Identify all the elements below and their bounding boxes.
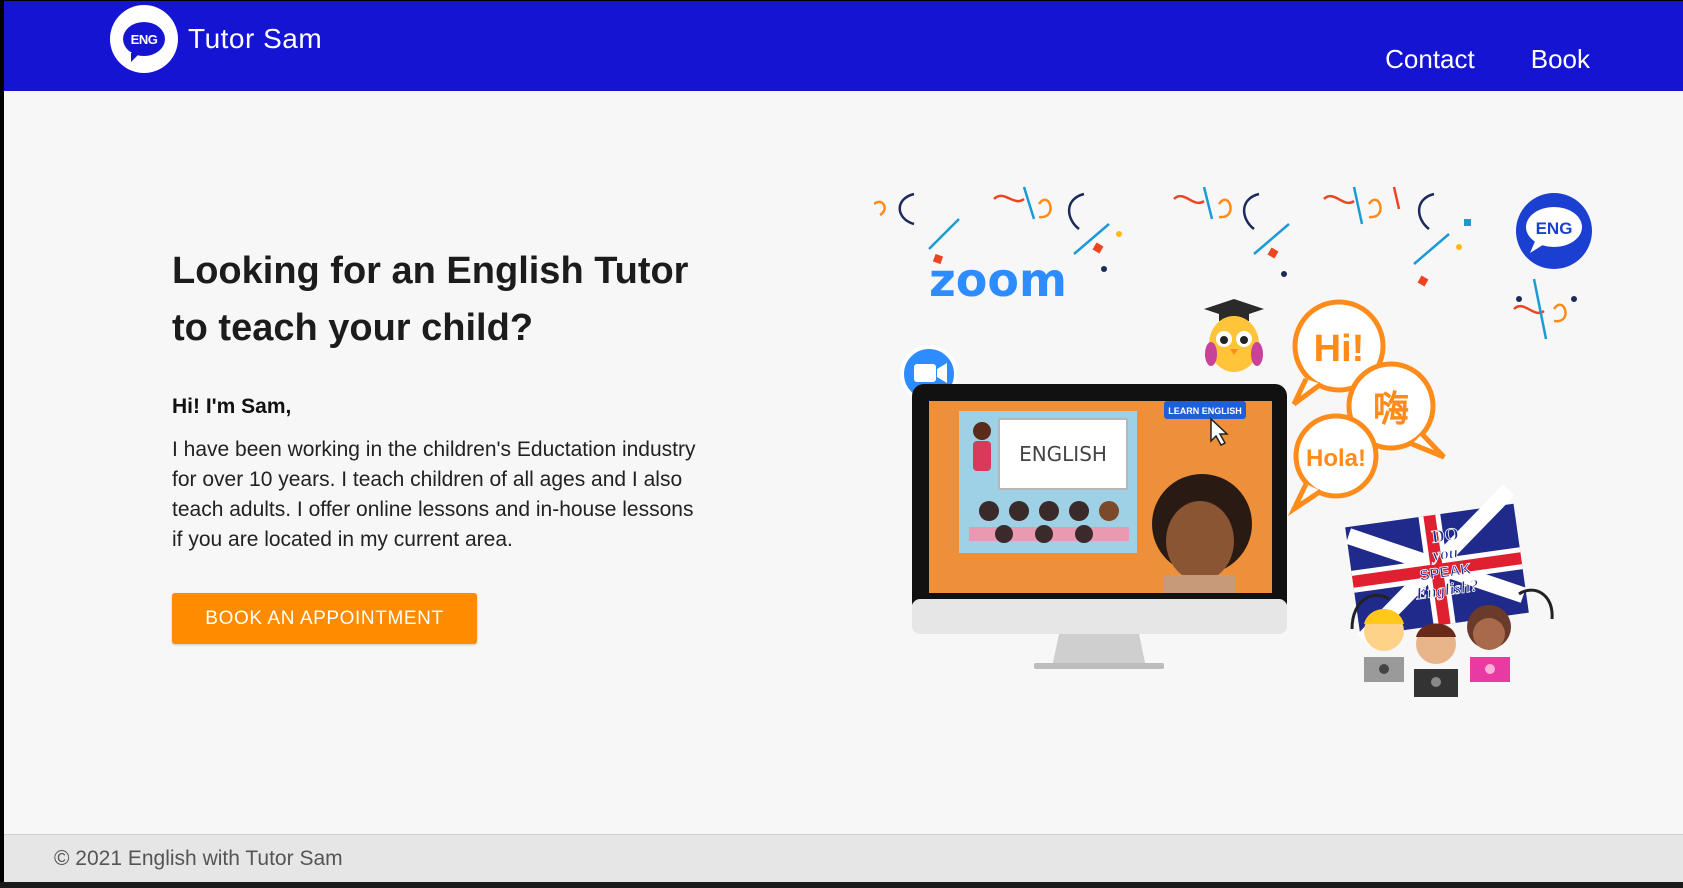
eng-logo-icon: ENG: [110, 5, 178, 73]
owl-graduate-icon: [1204, 299, 1264, 372]
logo-bubble: ENG: [123, 22, 165, 62]
computer-monitor: ENGLISH LEARN ENGLISH: [912, 384, 1287, 669]
copyright-text: © 2021 English with Tutor Sam: [54, 847, 343, 870]
nav-contact-link[interactable]: Contact: [1385, 44, 1475, 75]
brand[interactable]: ENG Tutor Sam: [110, 5, 322, 73]
board-text: ENGLISH: [1019, 442, 1107, 466]
speech-hi: Hi!: [1314, 328, 1365, 370]
speech-bubbles: Hi! 嗨 Hola!: [1287, 299, 1446, 517]
book-appointment-button[interactable]: BOOK AN APPOINTMENT: [172, 593, 477, 644]
hero-intro: I have been working in the children's Ed…: [172, 438, 696, 551]
nav-book-link[interactable]: Book: [1531, 44, 1590, 75]
hero-section: Looking for an English Tutor to teach yo…: [4, 91, 1683, 834]
eng-badge-icon: ENG: [1516, 193, 1592, 269]
hero-greeting: Hi! I'm Sam,: [172, 395, 292, 418]
speech-hola: Hola!: [1306, 445, 1366, 472]
top-navbar: ENG Tutor Sam Contact Book: [4, 0, 1683, 91]
online-english-lesson-illustration: ENG zoom ENGLISH LEARN ENGLISH Hi! 嗨 Hol…: [874, 186, 1592, 697]
brand-name: Tutor Sam: [188, 23, 323, 54]
zoom-logo-text: zoom: [929, 253, 1067, 307]
eng-badge-text: ENG: [1536, 219, 1573, 238]
learn-english-label: LEARN ENGLISH: [1168, 406, 1242, 416]
flag-text-you: you: [1429, 542, 1459, 565]
kids-uk-flag-scene: DO you SPEAK English?: [1345, 484, 1554, 697]
window-frame-bottom: [0, 882, 1683, 888]
speech-chinese-hi: 嗨: [1373, 389, 1409, 430]
hero-title: Looking for an English Tutor to teach yo…: [172, 250, 689, 349]
page-footer: © 2021 English with Tutor Sam: [4, 834, 1683, 883]
main-nav: Contact Book: [1385, 44, 1590, 75]
